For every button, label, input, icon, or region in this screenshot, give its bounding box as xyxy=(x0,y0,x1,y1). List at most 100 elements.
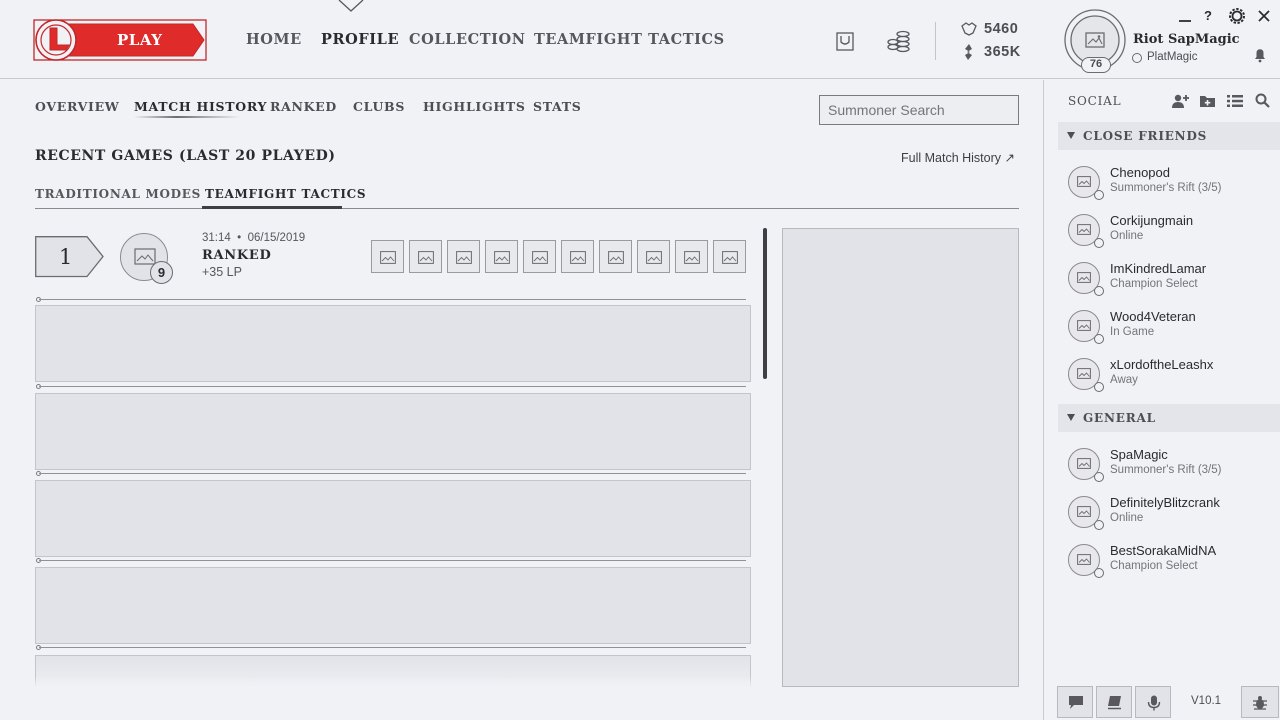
summoner-search-input[interactable] xyxy=(819,95,1019,125)
chat-button[interactable] xyxy=(1057,686,1093,718)
friend-item[interactable]: Corkijungmain Online xyxy=(1058,211,1280,257)
close-icon[interactable] xyxy=(1257,9,1271,23)
subnav-match-history[interactable]: MATCH HISTORY xyxy=(134,99,267,114)
riot-points-amount: 365K xyxy=(984,44,1021,60)
tabs-divider xyxy=(35,208,1019,209)
friend-item[interactable]: Wood4Veteran In Game xyxy=(1058,307,1280,353)
image-placeholder-icon xyxy=(1077,506,1091,517)
play-button[interactable]: PLAY xyxy=(33,19,208,61)
presence-dot xyxy=(1094,472,1104,482)
friend-item[interactable]: SpaMagic Summoner's Rift (3/5) xyxy=(1058,445,1280,491)
placement-number: 1 xyxy=(59,245,73,269)
image-placeholder-icon xyxy=(456,251,472,264)
image-placeholder-icon xyxy=(1077,272,1091,283)
friend-name: Chenopod xyxy=(1110,165,1170,180)
level-badge: 76 xyxy=(1081,57,1111,73)
queue-type: RANKED xyxy=(202,248,272,263)
add-friend-icon[interactable] xyxy=(1171,93,1189,109)
item-slot[interactable] xyxy=(447,240,480,273)
friend-item[interactable]: xLordoftheLeashx Away xyxy=(1058,355,1280,401)
item-slot[interactable] xyxy=(637,240,670,273)
divider xyxy=(935,22,936,60)
match-row-placeholder[interactable] xyxy=(35,480,751,557)
friend-status: Away xyxy=(1110,374,1138,386)
add-folder-icon[interactable] xyxy=(1199,93,1217,109)
image-placeholder-icon xyxy=(1077,554,1091,565)
group-label: CLOSE FRIENDS xyxy=(1083,129,1208,143)
group-label: GENERAL xyxy=(1083,411,1156,425)
profile-name: Riot SapMagic xyxy=(1133,32,1240,47)
friend-status: Summoner's Rift (3/5) xyxy=(1110,182,1222,194)
help-icon[interactable]: ? xyxy=(1204,8,1218,24)
item-slot[interactable] xyxy=(561,240,594,273)
friend-status: Online xyxy=(1110,512,1144,524)
item-slot[interactable] xyxy=(409,240,442,273)
subnav-clubs[interactable]: CLUBS xyxy=(353,99,405,114)
recent-games-title: RECENT GAMES (LAST 20 PLAYED) xyxy=(35,148,336,164)
item-slot[interactable] xyxy=(523,240,556,273)
status-indicator[interactable] xyxy=(1132,53,1142,63)
tab-traditional-modes[interactable]: TRADITIONAL MODES xyxy=(35,187,201,201)
missions-button[interactable] xyxy=(1096,686,1132,718)
friend-item[interactable]: Chenopod Summoner's Rift (3/5) xyxy=(1058,163,1280,209)
match-row-placeholder[interactable] xyxy=(35,393,751,470)
friend-name: DefinitelyBlitzcrank xyxy=(1110,495,1220,510)
item-slot[interactable] xyxy=(713,240,746,273)
row-separator xyxy=(39,560,746,561)
item-slot[interactable] xyxy=(485,240,518,273)
presence-dot xyxy=(1094,382,1104,392)
subnav-highlights[interactable]: HIGHLIGHTS xyxy=(423,99,526,114)
subnav-ranked[interactable]: RANKED xyxy=(270,99,337,114)
missions-icon xyxy=(1108,696,1121,710)
presence-dot xyxy=(1094,334,1104,344)
subnav-active-underline xyxy=(134,116,240,118)
friend-name: xLordoftheLeashx xyxy=(1110,357,1214,372)
item-slot[interactable] xyxy=(371,240,404,273)
settings-icon[interactable] xyxy=(1229,8,1245,24)
notifications-bell-icon[interactable] xyxy=(1253,47,1267,63)
store-icon[interactable] xyxy=(834,30,856,52)
subnav-stats[interactable]: STATS xyxy=(533,99,582,114)
chat-icon xyxy=(1069,696,1083,709)
blue-essence-amount: 5460 xyxy=(984,21,1019,37)
nav-collection[interactable]: COLLECTION xyxy=(409,31,526,48)
list-fade xyxy=(30,676,760,688)
bug-icon xyxy=(1253,696,1267,710)
match-row-placeholder[interactable] xyxy=(35,567,751,644)
nav-profile[interactable]: PROFILE xyxy=(321,31,399,48)
microphone-icon xyxy=(1147,695,1161,711)
friend-item[interactable]: ImKindredLamar Champion Select xyxy=(1058,259,1280,305)
friend-name: BestSorakaMidNA xyxy=(1110,543,1217,558)
full-match-history-link[interactable]: Full Match History ↗ xyxy=(901,150,1015,165)
group-header-close-friends[interactable]: CLOSE FRIENDS xyxy=(1058,122,1280,150)
voice-button[interactable] xyxy=(1135,686,1171,718)
friend-status: In Game xyxy=(1110,326,1155,338)
nav-home[interactable]: HOME xyxy=(246,31,302,48)
champion-level-badge: 9 xyxy=(150,261,173,284)
match-row-placeholder[interactable] xyxy=(35,305,751,382)
row-separator xyxy=(39,473,746,474)
list-view-icon[interactable] xyxy=(1227,94,1243,108)
minimize-icon[interactable] xyxy=(1178,10,1192,24)
item-slot[interactable] xyxy=(599,240,632,273)
friend-name: Wood4Veteran xyxy=(1110,309,1196,324)
match-detail-panel xyxy=(782,228,1019,687)
image-placeholder-icon xyxy=(532,251,548,264)
subnav-overview[interactable]: OVERVIEW xyxy=(35,99,120,114)
friend-name: SpaMagic xyxy=(1110,447,1168,462)
nav-teamfight-tactics[interactable]: TEAMFIGHT TACTICS xyxy=(534,31,725,48)
lp-change: +35 LP xyxy=(202,265,242,279)
tab-teamfight-tactics[interactable]: TEAMFIGHT TACTICS xyxy=(205,187,366,201)
image-placeholder-icon xyxy=(1077,458,1091,469)
image-placeholder-icon xyxy=(1077,176,1091,187)
search-icon[interactable] xyxy=(1255,93,1270,108)
group-header-general[interactable]: GENERAL xyxy=(1058,404,1280,432)
friend-item[interactable]: DefinitelyBlitzcrank Online xyxy=(1058,493,1280,539)
scrollbar-thumb[interactable] xyxy=(763,228,767,379)
friend-item[interactable]: BestSorakaMidNA Champion Select xyxy=(1058,541,1280,587)
presence-dot xyxy=(1094,190,1104,200)
item-slot[interactable] xyxy=(675,240,708,273)
bug-report-button[interactable] xyxy=(1241,686,1279,718)
loot-icon[interactable] xyxy=(886,28,912,54)
riot-points-icon xyxy=(960,43,978,61)
